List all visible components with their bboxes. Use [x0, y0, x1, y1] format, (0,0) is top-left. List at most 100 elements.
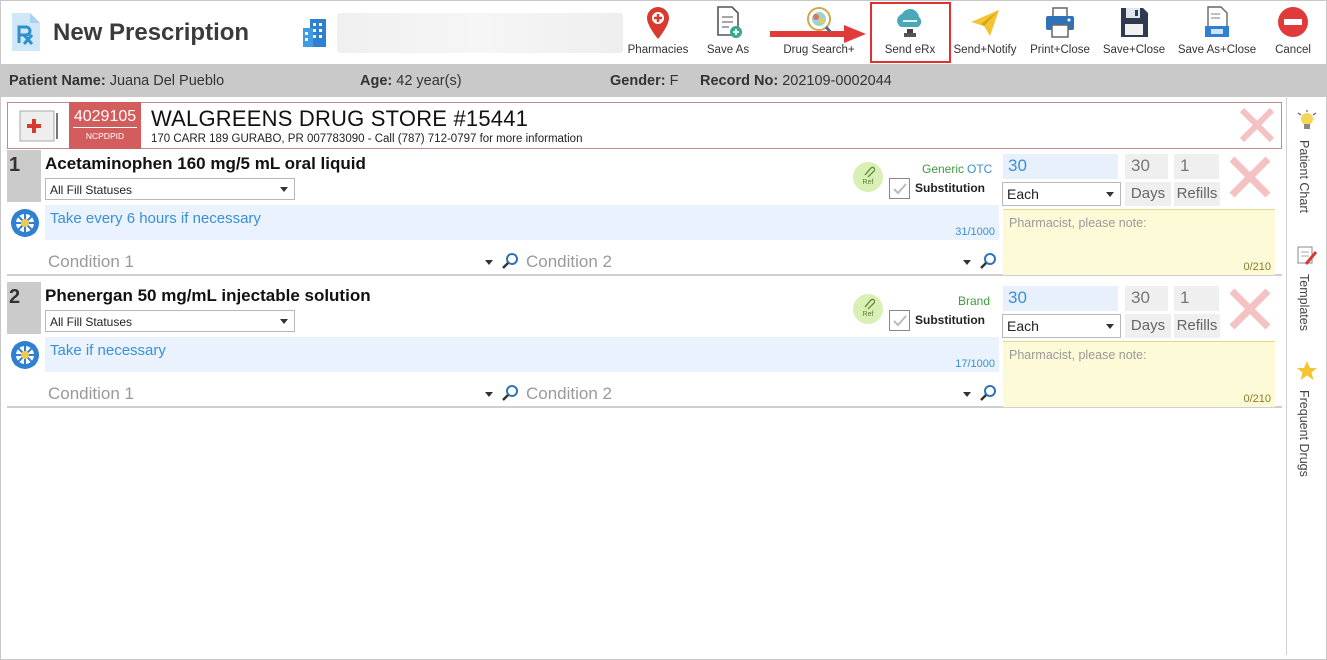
template-pencil-icon — [1297, 246, 1318, 265]
paper-plane-icon — [971, 10, 999, 36]
chevron-down-icon[interactable] — [485, 392, 493, 397]
remove-drug-icon[interactable] — [1227, 154, 1273, 200]
sig-wheel-icon[interactable] — [9, 207, 41, 239]
chevron-down-icon — [280, 319, 288, 324]
days-field[interactable]: 30 — [1125, 154, 1168, 179]
drug-name[interactable]: Phenergan 50 mg/mL injectable solution — [45, 286, 371, 306]
condition-1-select[interactable]: Condition 1 — [48, 384, 134, 404]
days-label: Days — [1125, 314, 1171, 338]
search-icon[interactable] — [501, 252, 519, 270]
fill-status-select[interactable]: All Fill Statuses — [45, 178, 295, 200]
patient-name: Patient Name: Juana Del Pueblo — [9, 73, 225, 89]
otc-label: OTC — [967, 162, 993, 176]
chevron-down-icon[interactable] — [963, 260, 971, 265]
send-notify-button[interactable]: Send+Notify — [949, 5, 1021, 61]
cancel-button[interactable]: Cancel — [1263, 5, 1323, 61]
paperclip-icon — [864, 298, 875, 310]
substitution-checkbox[interactable] — [889, 178, 910, 199]
print-close-button[interactable]: Print+Close — [1025, 5, 1095, 61]
row-number: 2 — [7, 282, 41, 334]
save-close-button[interactable]: Save+Close — [1099, 5, 1169, 61]
pharmacy-store-icon — [19, 110, 58, 142]
send-erx-highlight — [870, 2, 951, 63]
document-add-icon — [717, 6, 742, 38]
refills-label: Refills — [1174, 182, 1220, 206]
pharmacies-button[interactable]: Pharmacies — [623, 5, 693, 61]
pharmacist-note-input[interactable]: Pharmacist, please note: 0/210 — [1003, 341, 1275, 407]
search-icon[interactable] — [501, 384, 519, 402]
drug-type-label: Generic — [922, 162, 965, 176]
side-tab-patient-chart[interactable]: Patient Chart — [1287, 110, 1327, 230]
building-icon — [303, 19, 326, 47]
practice-name-field[interactable] — [337, 13, 623, 53]
drug-name[interactable]: Acetaminophen 160 mg/5 mL oral liquid — [45, 154, 366, 174]
sig-input[interactable]: Take if necessary 17/1000 — [45, 337, 999, 372]
side-tab-frequent-drugs[interactable]: Frequent Drugs — [1287, 360, 1327, 500]
quantity-field[interactable]: 30 — [1003, 286, 1118, 311]
fill-status-select[interactable]: All Fill Statuses — [45, 310, 295, 332]
prescription-app-icon — [12, 13, 40, 51]
cancel-circle-icon — [1278, 7, 1308, 37]
note-char-count: 0/210 — [1243, 393, 1271, 405]
refills-label: Refills — [1174, 314, 1220, 338]
chevron-down-icon — [1106, 192, 1114, 197]
refills-field[interactable]: 1 — [1174, 286, 1219, 311]
pharmacy-address: 170 CARR 189 GURABO, PR 007783090 - Call… — [151, 133, 583, 145]
star-icon — [1297, 361, 1317, 380]
record-number: Record No: 202109-0002044 — [700, 73, 892, 89]
patient-gender: Gender: F — [610, 73, 679, 89]
side-panel: Patient Chart Templates Frequent Drugs — [1286, 98, 1326, 655]
chevron-down-icon[interactable] — [963, 392, 971, 397]
ncpdp-badge: 4029105 NCPDPID — [69, 102, 141, 149]
reference-button[interactable]: Ref — [853, 162, 883, 192]
reference-button[interactable]: Ref — [853, 294, 883, 324]
checkmark-icon — [893, 315, 907, 327]
substitution-label: Substitution — [915, 313, 985, 327]
pharmacy-name: WALGREENS DRUG STORE #15441 — [151, 106, 529, 131]
paperclip-icon — [864, 166, 875, 178]
checkmark-icon — [893, 183, 907, 195]
patient-info-bar: Patient Name: Juana Del Pueblo Age: 42 y… — [1, 64, 1326, 97]
printer-icon — [1046, 7, 1074, 38]
sig-wheel-icon[interactable] — [9, 339, 41, 371]
remove-pharmacy-icon[interactable] — [1238, 106, 1276, 144]
search-icon[interactable] — [979, 252, 997, 270]
search-icon[interactable] — [979, 384, 997, 402]
drug-type-label: Brand — [958, 294, 991, 308]
pharmacist-note-input[interactable]: Pharmacist, please note: 0/210 — [1003, 209, 1275, 275]
lightbulb-icon — [1297, 110, 1317, 129]
save-as-button[interactable]: Save As — [701, 5, 755, 61]
days-field[interactable]: 30 — [1125, 286, 1168, 311]
chevron-down-icon — [1106, 324, 1114, 329]
pharmacy-banner[interactable]: 4029105 NCPDPID WALGREENS DRUG STORE #15… — [7, 102, 1282, 149]
refills-field[interactable]: 1 — [1174, 154, 1219, 179]
sig-input[interactable]: Take every 6 hours if necessary 31/1000 — [45, 205, 999, 240]
prescription-window: New Prescription Pharmacies Save As Drug… — [0, 0, 1327, 660]
save-as-close-button[interactable]: Save As+Close — [1175, 5, 1259, 61]
sig-char-count: 31/1000 — [955, 226, 995, 238]
condition-2-select[interactable]: Condition 2 — [526, 384, 612, 404]
unit-select[interactable]: Each — [1002, 314, 1121, 338]
quantity-field[interactable]: 30 — [1003, 154, 1118, 179]
remove-drug-icon[interactable] — [1227, 286, 1273, 332]
chevron-down-icon — [280, 187, 288, 192]
days-label: Days — [1125, 182, 1171, 206]
condition-2-select[interactable]: Condition 2 — [526, 252, 612, 272]
row-number: 1 — [7, 150, 41, 202]
page-title: New Prescription — [53, 19, 250, 46]
arrow-pointer-icon — [770, 25, 866, 43]
floppy-disk-icon — [1121, 8, 1148, 37]
title-toolbar: New Prescription Pharmacies Save As Drug… — [1, 1, 1326, 64]
prescription-row: 2 Phenergan 50 mg/mL injectable solution… — [7, 282, 1282, 408]
location-pin-icon — [647, 7, 669, 39]
condition-1-select[interactable]: Condition 1 — [48, 252, 134, 272]
unit-select[interactable]: Each — [1002, 182, 1121, 206]
note-char-count: 0/210 — [1243, 261, 1271, 273]
sig-char-count: 17/1000 — [955, 358, 995, 370]
substitution-checkbox[interactable] — [889, 310, 910, 331]
patient-age: Age: 42 year(s) — [360, 73, 462, 89]
document-save-icon — [1205, 6, 1229, 37]
substitution-label: Substitution — [915, 181, 985, 195]
side-tab-templates[interactable]: Templates — [1287, 244, 1327, 354]
chevron-down-icon[interactable] — [485, 260, 493, 265]
